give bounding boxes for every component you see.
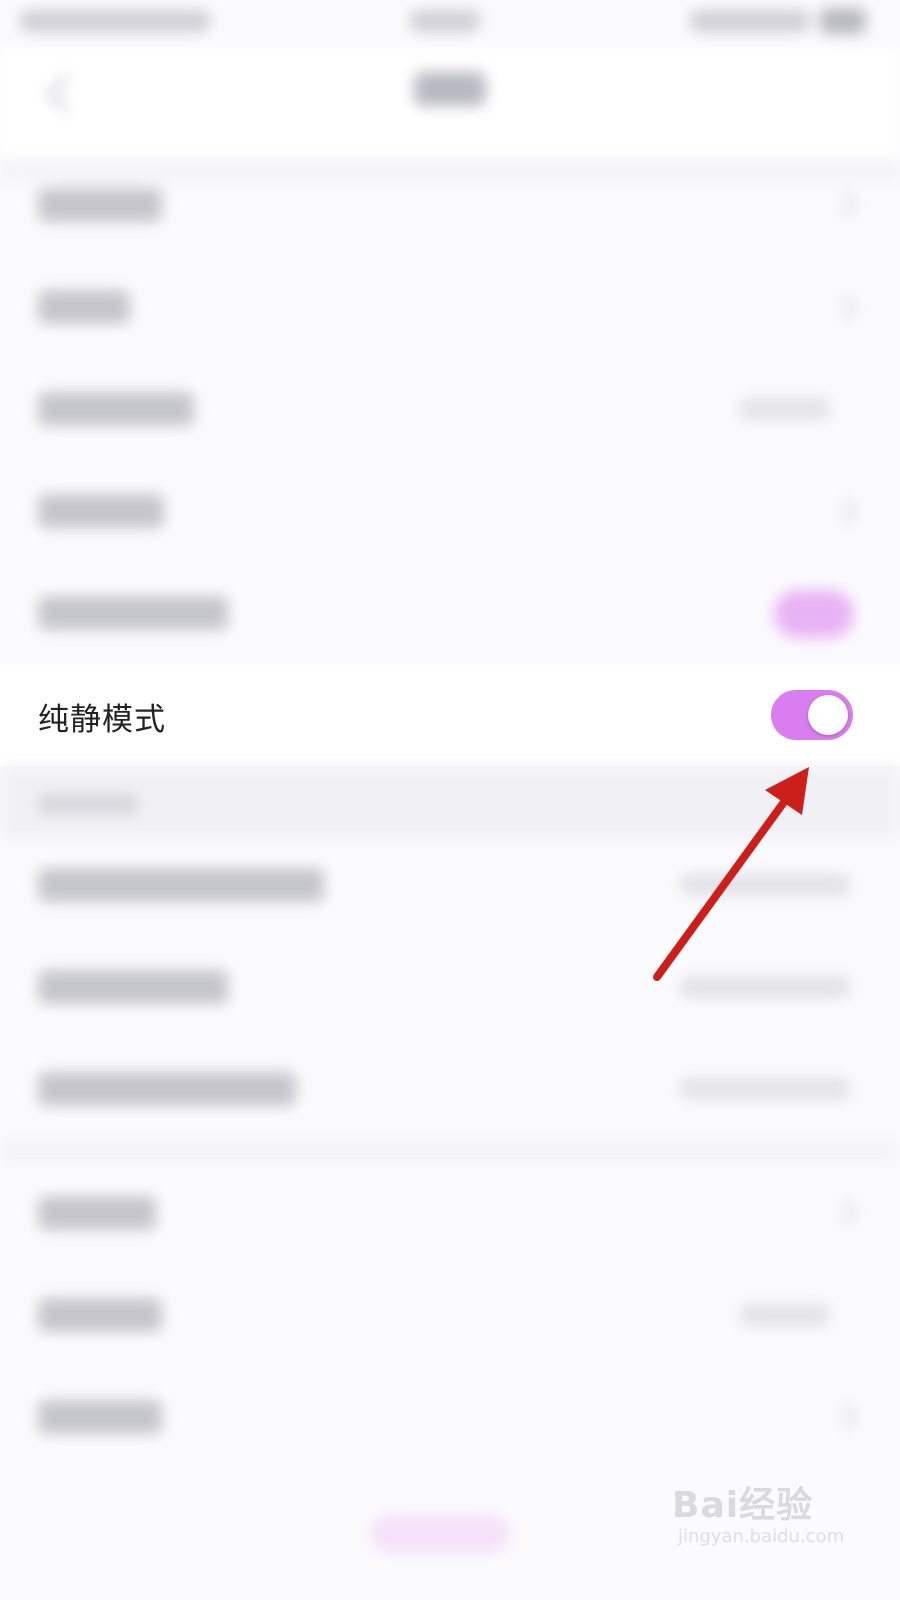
settings-row[interactable] — [0, 356, 900, 460]
watermark-url: jingyan.baidu.com — [678, 1526, 845, 1547]
section-header — [0, 766, 900, 838]
chevron-right-icon — [832, 192, 858, 218]
settings-row[interactable] — [0, 832, 900, 936]
page-title — [414, 72, 486, 106]
settings-row[interactable] — [0, 254, 900, 358]
chevron-right-icon — [832, 1404, 858, 1430]
chevron-right-icon — [832, 1200, 858, 1226]
settings-row-label — [38, 1400, 162, 1434]
settings-row[interactable] — [0, 560, 900, 664]
back-arrow-icon[interactable] — [46, 74, 85, 113]
settings-row-label — [38, 970, 228, 1004]
baidu-watermark: Bai经验 jingyan.baidu.com — [672, 1470, 852, 1560]
settings-row-label — [38, 290, 130, 324]
settings-row[interactable] — [0, 1364, 900, 1468]
settings-row[interactable] — [0, 934, 900, 1038]
settings-row[interactable] — [0, 152, 900, 256]
settings-row[interactable] — [0, 1160, 900, 1264]
settings-row-label — [38, 868, 324, 902]
chevron-right-icon — [832, 498, 858, 524]
quiet-mode-label: 纯静模式 — [38, 702, 166, 738]
settings-row[interactable] — [0, 1262, 900, 1366]
section-divider — [0, 1142, 900, 1160]
settings-row-value — [680, 1078, 850, 1100]
settings-row-quiet-mode[interactable]: 纯静模式 — [0, 664, 900, 766]
settings-row[interactable] — [0, 1036, 900, 1140]
settings-row-label — [38, 188, 162, 222]
settings-row-value — [740, 398, 830, 420]
settings-row-label — [38, 1072, 296, 1106]
bottom-button[interactable] — [370, 1515, 510, 1553]
chevron-right-icon — [832, 294, 858, 320]
toggle-switch[interactable] — [774, 590, 854, 638]
settings-row-value — [680, 874, 850, 896]
toggle-knob — [808, 695, 848, 735]
settings-row-value — [680, 976, 850, 998]
settings-row-label — [38, 1196, 156, 1230]
settings-row-label — [38, 494, 164, 528]
quiet-mode-toggle[interactable] — [771, 690, 853, 740]
navigation-bar — [0, 50, 900, 160]
settings-row-value — [740, 1304, 830, 1326]
settings-row-label — [38, 596, 228, 630]
status-bar — [0, 0, 900, 50]
watermark-brand: Bai经验 — [672, 1485, 814, 1526]
settings-row-label — [38, 1298, 162, 1332]
settings-row[interactable] — [0, 458, 900, 562]
settings-row-label — [38, 392, 194, 426]
section-header-label — [38, 794, 138, 814]
